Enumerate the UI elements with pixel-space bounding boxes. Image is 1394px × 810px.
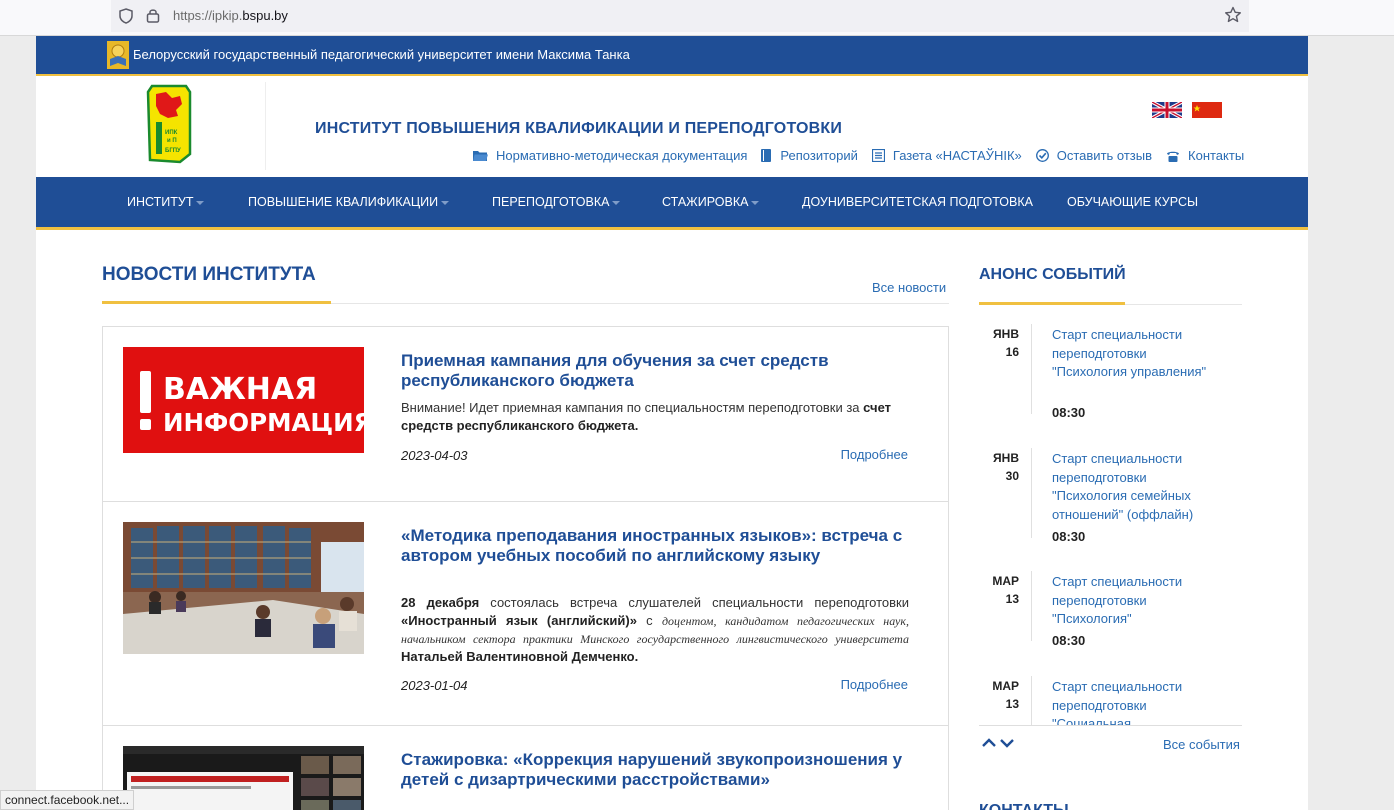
events-scroll-arrows[interactable]	[981, 736, 1015, 750]
nav-item-retraining[interactable]: ПЕРЕПОДГОТОВКА	[492, 195, 621, 209]
header-link-documents[interactable]: Нормативно-методическая документация	[473, 148, 747, 163]
event-divider	[1031, 448, 1032, 538]
site-header: ИПК и П БГПУ ИНСТИТУТ ПОВЫШЕНИЯ КВАЛИФИК…	[36, 78, 1308, 177]
header-links: Нормативно-методическая документация Реп…	[473, 148, 1258, 163]
image-caption-line2: ИНФОРМАЦИЯ	[163, 408, 364, 437]
news-title[interactable]: Стажировка: «Коррекция нарушений звукопр…	[401, 750, 921, 789]
caret-down-icon	[612, 200, 621, 205]
university-topbar: Белорусский государственный педагогическ…	[36, 36, 1308, 76]
events-bottom-rule	[979, 725, 1242, 726]
event-day: 13	[1005, 592, 1019, 606]
event-title[interactable]: Старт специальности переподготовки "Псих…	[1052, 450, 1222, 524]
event-divider	[1031, 571, 1032, 641]
caret-down-icon	[441, 200, 450, 205]
image-caption-line1: ВАЖНАЯ	[163, 372, 317, 407]
header-link-feedback[interactable]: Оставить отзыв	[1035, 148, 1152, 163]
browser-status-bar: connect.facebook.net...	[0, 790, 135, 810]
bookmark-star-icon[interactable]	[1224, 6, 1242, 24]
nav-item-internship[interactable]: СТАЖИРОВКА	[662, 195, 760, 209]
nav-item-courses[interactable]: ОБУЧАЮЩИЕ КУРСЫ	[1067, 195, 1198, 209]
url-text[interactable]: https://ipkip.bspu.by	[173, 8, 288, 23]
header-link-repository[interactable]: Репозиторий	[761, 148, 858, 163]
uk-flag-icon[interactable]	[1152, 102, 1182, 118]
newspaper-icon	[871, 149, 885, 162]
nav-item-qualification[interactable]: ПОВЫШЕНИЕ КВАЛИФИКАЦИИ	[248, 195, 450, 209]
event-divider	[1031, 324, 1032, 414]
university-name[interactable]: Белорусский государственный педагогическ…	[133, 47, 630, 62]
events-heading: АНОНС СОБЫТИЙ	[979, 266, 1126, 283]
webinar-screenshot[interactable]	[123, 746, 364, 810]
event-divider	[1031, 676, 1032, 726]
event-month: МАР	[992, 679, 1019, 693]
browser-toolbar: https://ipkip.bspu.by	[0, 0, 1394, 36]
folder-icon	[473, 150, 488, 161]
nav-item-institute[interactable]: ИНСТИТУТ	[127, 195, 205, 209]
header-link-contacts[interactable]: Контакты	[1166, 148, 1244, 163]
news-heading: НОВОСТИ ИНСТИТУТА	[102, 264, 316, 285]
event-day: 16	[1005, 345, 1019, 359]
chevron-up-icon	[982, 738, 996, 747]
svg-text:ИПК: ИПК	[165, 130, 178, 136]
news-excerpt: 28 декабря состоялась встреча слушателей…	[401, 595, 909, 664]
events-list: ЯНВ 16 Старт специальности переподготовк…	[979, 318, 1242, 726]
all-news-link[interactable]: Все новости	[872, 280, 946, 295]
news-card: Стажировка: «Коррекция нарушений звукопр…	[102, 725, 949, 810]
event-title[interactable]: Старт специальности переподготовки "Псих…	[1052, 573, 1222, 629]
caret-down-icon	[196, 200, 205, 205]
page: Белорусский государственный педагогическ…	[36, 36, 1308, 810]
event-time: 08:30	[1052, 405, 1086, 420]
event-month: ЯНВ	[993, 451, 1019, 465]
phone-icon	[1167, 151, 1180, 162]
nav-item-pre-university[interactable]: ДОУНИВЕРСИТЕТСКАЯ ПОДГОТОВКА	[802, 195, 1033, 209]
read-more-link[interactable]: Подробнее	[841, 447, 908, 462]
event-time: 08:30	[1052, 529, 1086, 544]
important-info-image[interactable]: ВАЖНАЯ ИНФОРМАЦИЯ	[123, 347, 364, 453]
check-square-icon	[1035, 149, 1049, 162]
lock-icon[interactable]	[146, 7, 160, 23]
main-nav: ИНСТИТУТ ПОВЫШЕНИЕ КВАЛИФИКАЦИИ ПЕРЕПОДГ…	[36, 177, 1308, 230]
event-title[interactable]: Старт специальности переподготовки "Соци…	[1052, 678, 1222, 726]
news-title[interactable]: «Методика преподавания иностранных языко…	[401, 526, 921, 565]
read-more-link[interactable]: Подробнее	[841, 677, 908, 692]
contacts-heading: КОНТАКТЫ	[979, 802, 1069, 810]
institute-title[interactable]: ИНСТИТУТ ПОВЫШЕНИЯ КВАЛИФИКАЦИИ И ПЕРЕПО…	[315, 120, 842, 138]
caret-down-icon	[751, 200, 760, 205]
news-heading-underline	[102, 301, 331, 304]
news-excerpt: Внимание! Идет приемная кампания по спец…	[401, 400, 892, 433]
event-time: 08:30	[1052, 633, 1086, 648]
header-divider	[265, 82, 266, 170]
svg-text:БГПУ: БГПУ	[165, 148, 181, 154]
event-day: 13	[1005, 697, 1019, 711]
seminar-photo[interactable]	[123, 522, 364, 654]
chevron-down-icon	[1000, 739, 1014, 748]
news-card: ВАЖНАЯ ИНФОРМАЦИЯ Приемная кампания для …	[102, 326, 949, 502]
header-link-newspaper[interactable]: Газета «НАСТАЎНІК»	[871, 148, 1022, 163]
news-title[interactable]: Приемная кампания для обучения за счет с…	[401, 351, 921, 390]
all-events-link[interactable]: Все события	[1163, 737, 1240, 752]
university-logo-icon[interactable]	[107, 41, 129, 69]
china-flag-icon[interactable]	[1192, 102, 1222, 118]
event-month: ЯНВ	[993, 327, 1019, 341]
news-date: 2023-01-04	[401, 678, 468, 693]
event-month: МАР	[992, 574, 1019, 588]
news-date: 2023-04-03	[401, 448, 468, 463]
events-heading-underline	[979, 302, 1125, 305]
event-day: 30	[1005, 469, 1019, 483]
event-title[interactable]: Старт специальности переподготовки "Псих…	[1052, 326, 1222, 382]
news-card: «Методика преподавания иностранных языко…	[102, 501, 949, 726]
shield-icon[interactable]	[119, 8, 133, 24]
book-icon	[761, 149, 772, 162]
svg-text:и П: и П	[167, 138, 177, 144]
institute-logo[interactable]: ИПК и П БГПУ	[146, 84, 192, 164]
